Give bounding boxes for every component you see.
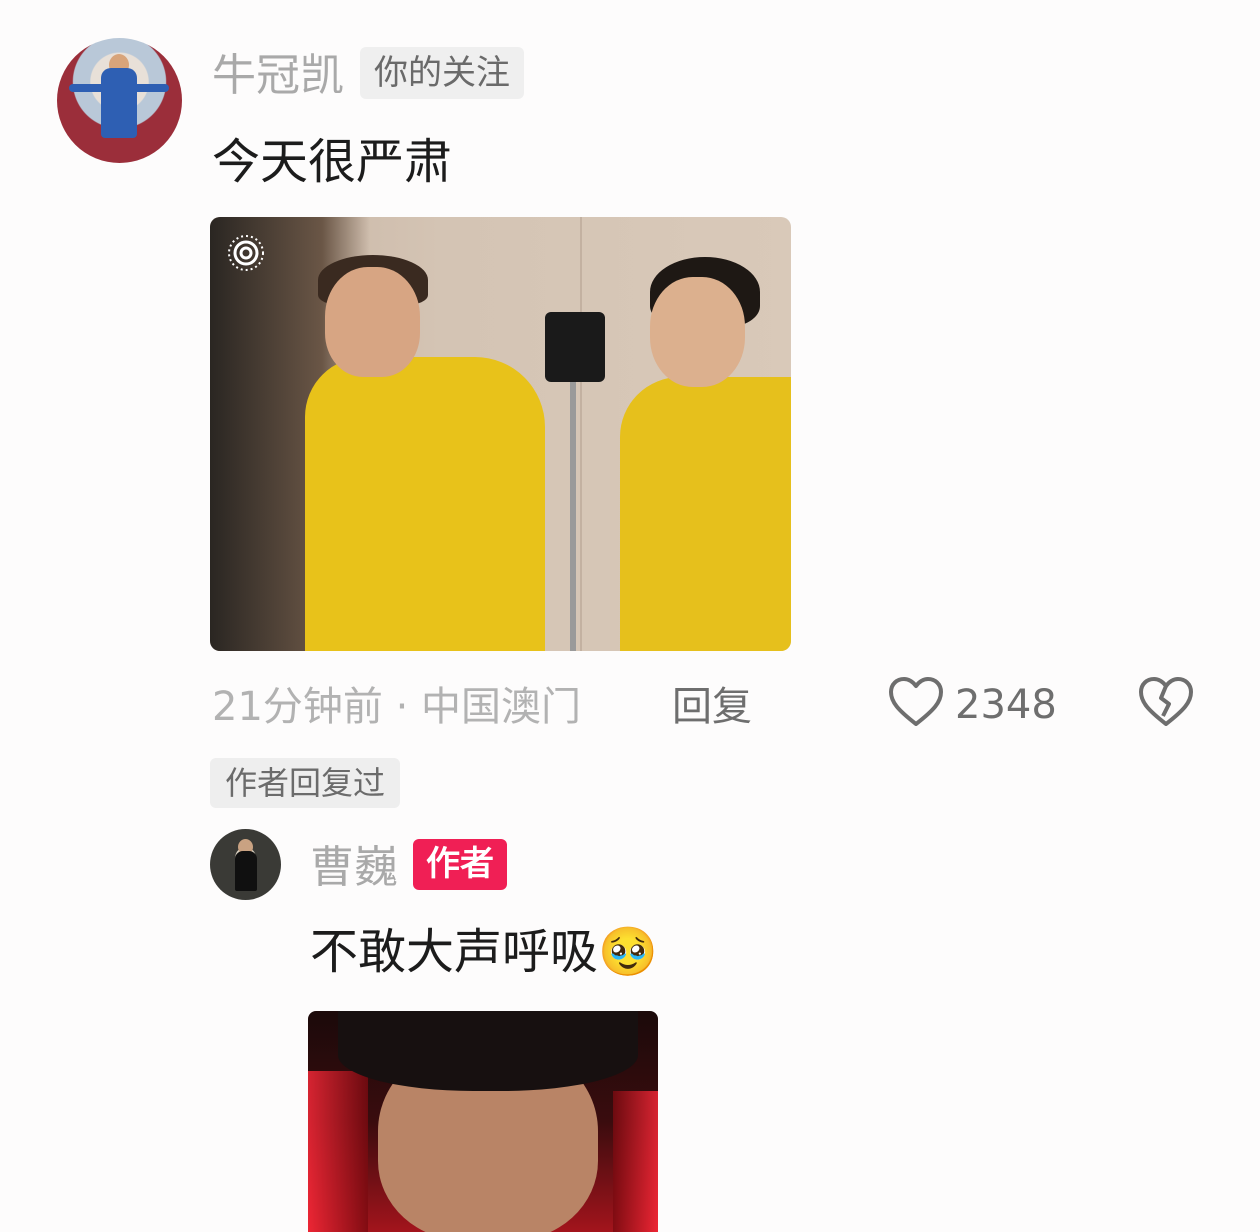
- author-avatar[interactable]: [210, 829, 281, 900]
- author-badge: 作者: [413, 839, 507, 890]
- broken-heart-icon[interactable]: [1138, 676, 1194, 728]
- follow-badge: 你的关注: [360, 47, 524, 99]
- reply-text: 不敢大声呼吸🥹: [310, 928, 658, 976]
- reply-button[interactable]: 回复: [672, 687, 752, 727]
- live-photo-icon: [228, 235, 264, 271]
- comment-text: 今天很严肃: [212, 134, 453, 190]
- reply-text-body: 不敢大声呼吸: [310, 924, 599, 980]
- commenter-avatar[interactable]: [57, 38, 182, 163]
- like-count: 2348: [955, 682, 1057, 728]
- comment-photo[interactable]: [210, 217, 791, 651]
- reply-photo[interactable]: [308, 1011, 658, 1232]
- comment-meta: 21分钟前 · 中国澳门: [212, 684, 582, 730]
- pleading-face-emoji: 🥹: [598, 924, 658, 980]
- commenter-username[interactable]: 牛冠凯: [212, 54, 344, 98]
- author-replied-tag[interactable]: 作者回复过: [210, 758, 401, 808]
- author-username[interactable]: 曹巍: [310, 846, 398, 890]
- heart-outline-icon[interactable]: [888, 676, 944, 728]
